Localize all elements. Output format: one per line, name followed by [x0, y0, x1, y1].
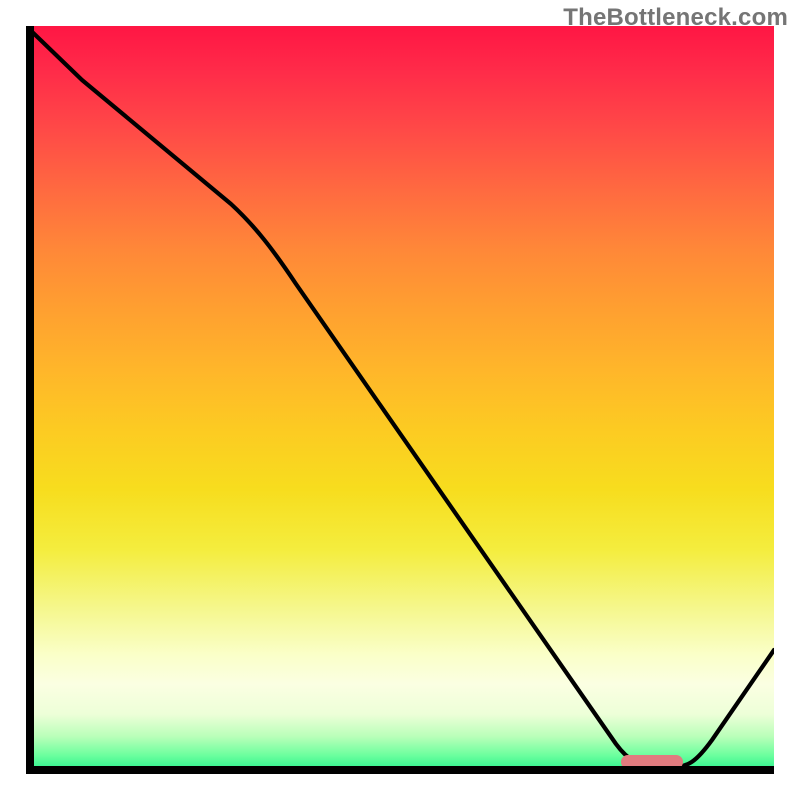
chart-stage: TheBottleneck.com: [0, 0, 800, 800]
curve-path: [26, 26, 774, 768]
bottleneck-curve: [26, 26, 774, 774]
plot-area: [26, 26, 774, 774]
optimal-range-marker: [621, 755, 683, 769]
